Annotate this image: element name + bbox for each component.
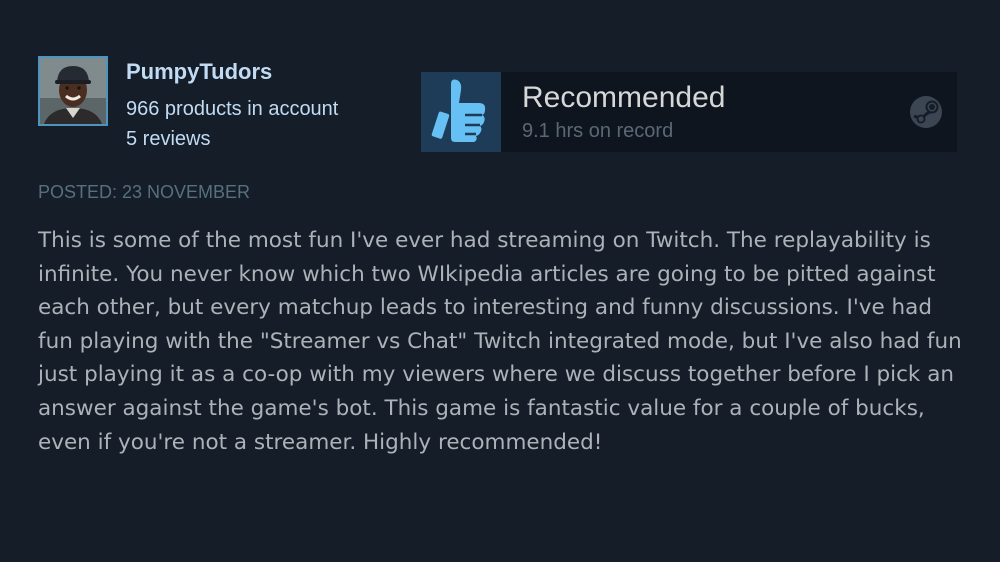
hours-on-record: 9.1 hrs on record [522, 120, 674, 142]
avatar[interactable] [38, 56, 108, 126]
recommendation-box[interactable]: Recommended 9.1 hrs on record [421, 72, 957, 152]
steam-icon [909, 95, 943, 129]
recommendation-title: Recommended [522, 81, 726, 114]
user-avatar-icon [40, 58, 106, 124]
review-card: PumpyTudors 966 products in account 5 re… [0, 0, 1000, 562]
author-reviews-count[interactable]: 5 reviews [126, 128, 210, 151]
posted-date: POSTED: 23 NOVEMBER [38, 182, 251, 202]
author-products-count[interactable]: 966 products in account [126, 98, 338, 121]
thumbs-up-icon [421, 72, 501, 152]
review-body: This is some of the most fun I've ever h… [38, 228, 962, 455]
author-name[interactable]: PumpyTudors [126, 59, 272, 85]
